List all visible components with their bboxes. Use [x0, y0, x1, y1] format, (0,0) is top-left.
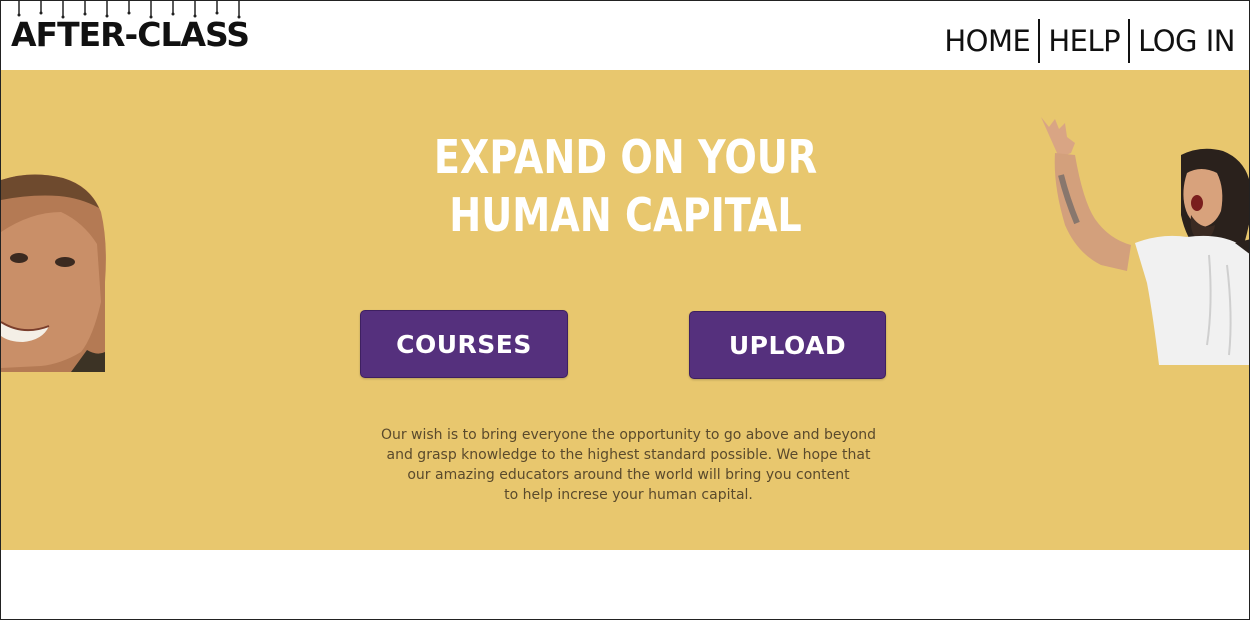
logo-text: AFTER-CLASS	[11, 15, 250, 54]
site-logo[interactable]: AFTER-CLASS	[11, 1, 261, 61]
smiling-man-photo	[1, 174, 106, 372]
headline-line-1: EXPAND ON YOUR	[433, 130, 818, 184]
nav-help-link[interactable]: HELP	[1040, 19, 1128, 63]
nav-home-link[interactable]: HOME	[936, 19, 1038, 63]
description-line: to help increse your human capital.	[504, 487, 753, 503]
hero-headline: EXPAND ON YOUR HUMAN CAPITAL	[108, 128, 1144, 244]
headline-line-2: HUMAN CAPITAL	[449, 188, 802, 242]
description-line: our amazing educators around the world w…	[407, 467, 850, 483]
hero-description: Our wish is to bring everyone the opport…	[341, 425, 916, 505]
site-header: AFTER-CLASS HOME HELP LOG IN	[1, 1, 1249, 69]
main-nav: HOME HELP LOG IN	[936, 19, 1243, 63]
hero-section: EXPAND ON YOUR HUMAN CAPITAL COURSES UPL…	[1, 70, 1249, 550]
nav-login-link[interactable]: LOG IN	[1130, 19, 1243, 63]
page: AFTER-CLASS HOME HELP LOG IN EXPAND ON Y…	[0, 0, 1250, 620]
upload-button[interactable]: UPLOAD	[689, 311, 886, 379]
description-line: and grasp knowledge to the highest stand…	[386, 447, 871, 463]
description-line: Our wish is to bring everyone the opport…	[380, 427, 877, 443]
courses-button[interactable]: COURSES	[360, 310, 568, 378]
